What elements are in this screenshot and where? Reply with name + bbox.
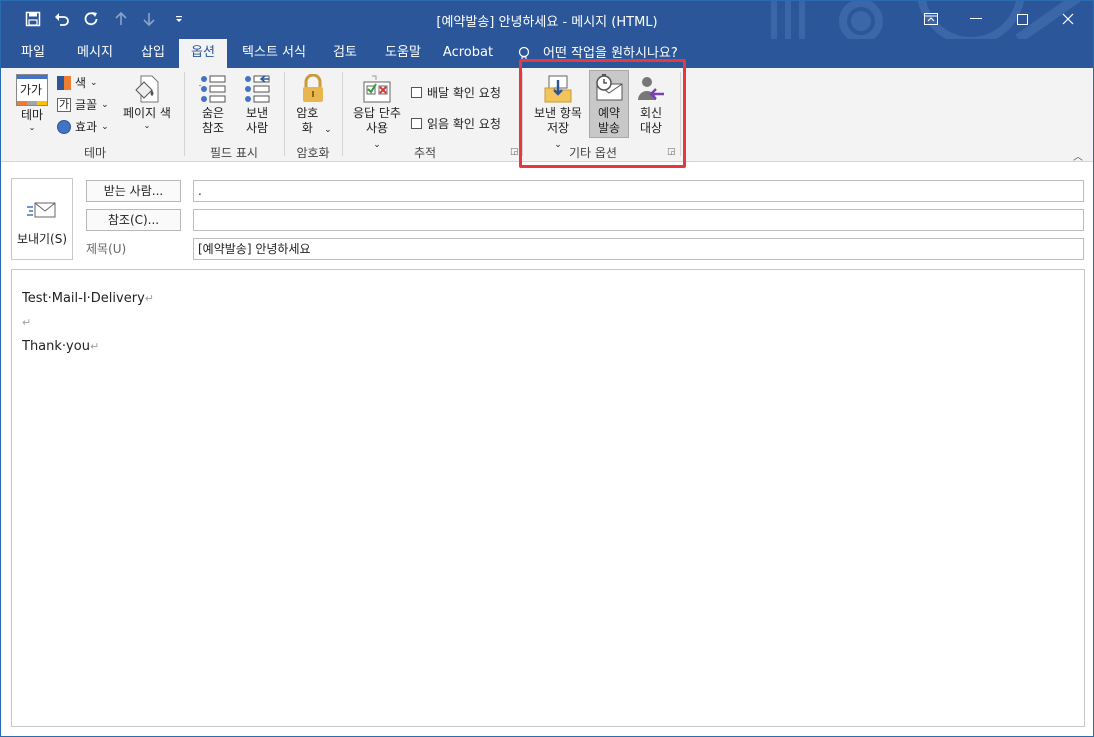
fonts-label: 글꼴 [75,98,98,112]
fonts-icon: 가 [57,97,71,112]
voting-buttons[interactable]: 응답 단추 사용 ⌄ [349,74,405,153]
voting-label: 응답 단추 사용 [353,106,401,135]
theme-button[interactable]: 가가 테마 ⌄ [13,74,51,133]
effects-label: 효과 [75,120,98,134]
dialog-launcher-icon[interactable]: ◲ [510,147,519,157]
page-color-button[interactable]: 페이지 색 ⌄ [119,74,175,131]
send-icon [27,202,56,218]
cc-button[interactable]: 참조(C)... [86,209,181,231]
tab-message[interactable]: 메시지 [67,39,123,68]
tab-format-text[interactable]: 텍스트 서식 [233,39,315,68]
checkbox-icon [411,87,422,98]
encrypt-button[interactable]: 암호화 ⌄ [291,74,335,138]
from-button[interactable]: 보낸 사람 [237,74,277,136]
effects-icon [57,119,71,134]
cc-field[interactable] [193,209,1084,231]
tab-options[interactable]: 옵션 [179,39,227,68]
message-body[interactable]: Test·Mail-I·Delivery↵ ↵ Thank·you↵ [11,269,1085,727]
subject-label: 제목(U) [86,242,127,256]
colors-icon [57,75,71,90]
theme-icon: 가가 [16,74,48,106]
from-icon [245,75,270,103]
tab-file[interactable]: 파일 [11,39,55,68]
collapse-ribbon-icon[interactable]: ︿ [1073,148,1083,163]
body-line: Thank·you↵ [22,339,100,354]
bcc-label: 숨은 참조 [201,106,225,135]
theme-label: 테마 [20,108,44,122]
bcc-button[interactable]: 숨은 참조 [193,74,233,136]
group-label-theme: 테마 [83,146,107,160]
subject-field[interactable]: [예약발송] 안녕하세요 [193,238,1084,260]
ribbon-display-options-icon[interactable] [911,6,951,32]
send-label: 보내기(S) [16,232,68,246]
voting-icon [363,75,391,103]
highlight-box [519,59,686,168]
tab-review[interactable]: 검토 [323,39,367,68]
to-button[interactable]: 받는 사람... [86,180,181,202]
group-label-tracking: 추적 [413,146,437,160]
group-separator [284,72,285,156]
title-bar: [예약발송] 안녕하세요 - 메시지 (HTML) [1,1,1093,39]
to-field[interactable]: . [193,180,1084,202]
tab-help[interactable]: 도움말 [375,39,431,68]
body-line: Test·Mail-I·Delivery↵ [22,291,154,306]
close-icon[interactable] [1048,6,1088,32]
chevron-down-icon: ⌄ [28,123,36,132]
colors-button[interactable]: 색 ⌄ [57,74,98,91]
bcc-icon [199,75,226,103]
group-label-encrypt: 암호화 [296,146,330,160]
tab-insert[interactable]: 삽입 [131,39,175,68]
encrypt-label: 암호화 [296,106,319,135]
delivery-receipt-label: 배달 확인 요청 [427,86,501,100]
read-receipt-checkbox[interactable]: 읽음 확인 요청 [411,115,501,132]
lock-icon [303,74,323,102]
page-color-icon [135,75,159,103]
page-color-label: 페이지 색 [123,106,171,120]
effects-button[interactable]: 효과 ⌄ [57,118,109,135]
checkbox-icon [411,118,422,129]
read-receipt-label: 읽음 확인 요청 [427,117,501,131]
group-label-show-fields: 필드 표시 [210,146,258,160]
group-separator [184,72,185,156]
fonts-button[interactable]: 가 글꼴 ⌄ [57,96,109,113]
group-separator [342,72,343,156]
minimize-icon[interactable] [956,6,996,32]
send-button[interactable]: 보내기(S) [11,178,73,260]
outlook-message-window: [예약발송] 안녕하세요 - 메시지 (HTML) 파일 메시지 삽입 옵션 텍… [0,0,1094,737]
body-line: ↵ [22,316,32,329]
colors-label: 색 [75,76,87,90]
tab-acrobat[interactable]: Acrobat [439,39,497,68]
delivery-receipt-checkbox[interactable]: 배달 확인 요청 [411,84,501,101]
maximize-icon[interactable] [1002,6,1042,32]
from-label: 보낸 사람 [245,106,269,135]
